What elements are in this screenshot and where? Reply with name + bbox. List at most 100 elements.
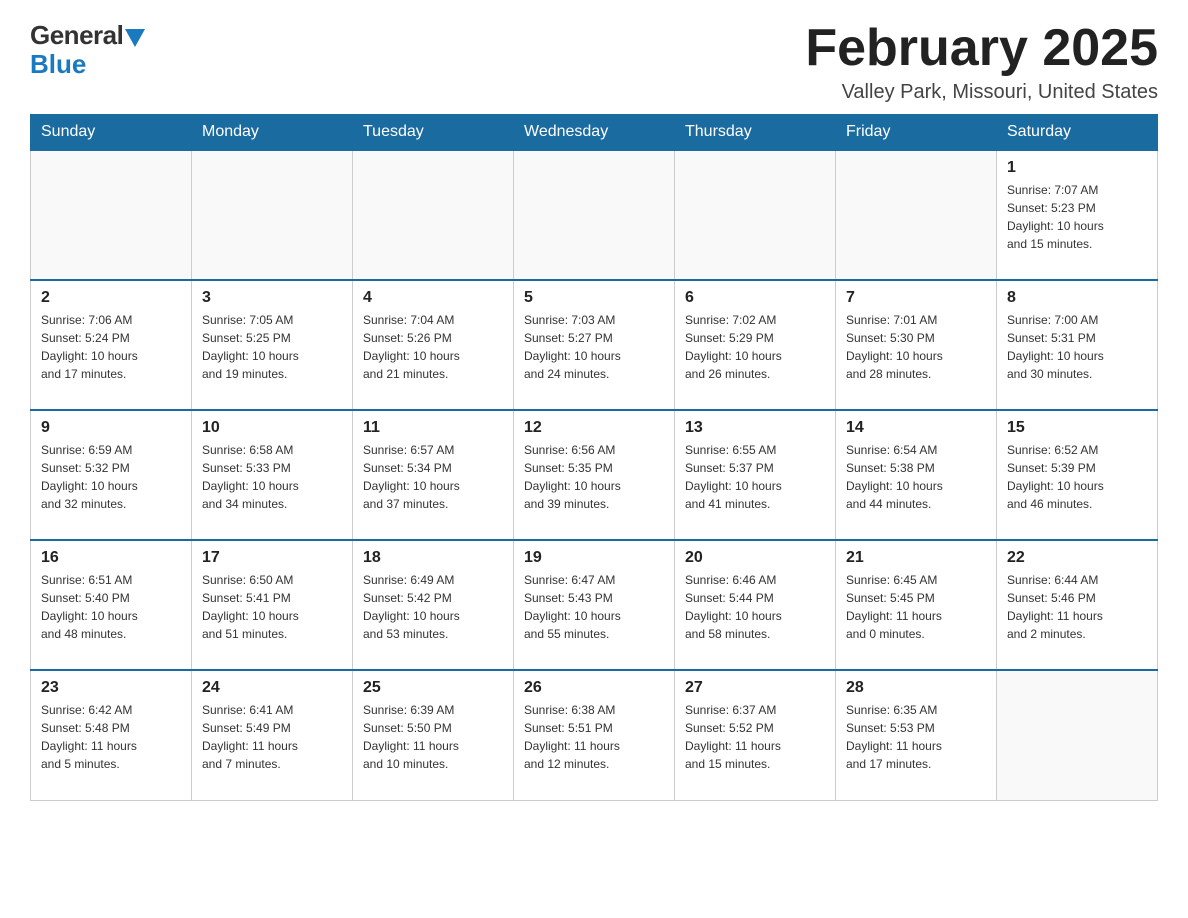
day-info: Sunrise: 6:37 AMSunset: 5:52 PMDaylight:… — [685, 701, 825, 773]
day-number: 10 — [202, 419, 342, 437]
calendar-cell: 6 Sunrise: 7:02 AMSunset: 5:29 PMDaylight… — [675, 280, 836, 410]
day-info: Sunrise: 6:39 AMSunset: 5:50 PMDaylight:… — [363, 701, 503, 773]
calendar-cell: 28Sunrise: 6:35 AMSunset: 5:53 PMDayligh… — [836, 670, 997, 800]
day-number: 8 — [1007, 289, 1147, 307]
day-number: 20 — [685, 549, 825, 567]
calendar-cell — [514, 150, 675, 280]
month-title: February 2025 — [805, 20, 1158, 77]
calendar-cell: 23 Sunrise: 6:42 AMSunset: 5:48 PMDayligh… — [31, 670, 192, 800]
day-number: 24 — [202, 679, 342, 697]
day-info: Sunrise: 7:01 AMSunset: 5:30 PMDaylight:… — [846, 311, 986, 383]
day-header-sunday: Sunday — [31, 115, 192, 151]
day-number: 26 — [524, 679, 664, 697]
day-info: Sunrise: 6:38 AMSunset: 5:51 PMDaylight:… — [524, 701, 664, 773]
day-header-tuesday: Tuesday — [353, 115, 514, 151]
day-number: 25 — [363, 679, 503, 697]
day-header-saturday: Saturday — [997, 115, 1158, 151]
day-info: Sunrise: 6:41 AMSunset: 5:49 PMDaylight:… — [202, 701, 342, 773]
day-info: Sunrise: 6:57 AMSunset: 5:34 PMDaylight:… — [363, 441, 503, 513]
day-header-wednesday: Wednesday — [514, 115, 675, 151]
logo-blue-text: Blue — [30, 49, 86, 80]
day-number: 17 — [202, 549, 342, 567]
day-number: 2 — [41, 289, 181, 307]
calendar-cell: 25 Sunrise: 6:39 AMSunset: 5:50 PMDayligh… — [353, 670, 514, 800]
calendar-cell: 18 Sunrise: 6:49 AMSunset: 5:42 PMDayligh… — [353, 540, 514, 670]
calendar-header-row: SundayMondayTuesdayWednesdayThursdayFrid… — [31, 115, 1158, 151]
day-number: 5 — [524, 289, 664, 307]
day-number: 23 — [41, 679, 181, 697]
day-info: Sunrise: 6:55 AMSunset: 5:37 PMDaylight:… — [685, 441, 825, 513]
day-number: 16 — [41, 549, 181, 567]
day-number: 7 — [846, 289, 986, 307]
day-info: Sunrise: 7:03 AMSunset: 5:27 PMDaylight:… — [524, 311, 664, 383]
logo-general-text: General — [30, 20, 123, 51]
day-number: 4 — [363, 289, 503, 307]
calendar-cell: 4 Sunrise: 7:04 AMSunset: 5:26 PMDaylight… — [353, 280, 514, 410]
calendar-cell: 16 Sunrise: 6:51 AMSunset: 5:40 PMDayligh… — [31, 540, 192, 670]
day-info: Sunrise: 6:51 AMSunset: 5:40 PMDaylight:… — [41, 571, 181, 643]
day-info: Sunrise: 6:47 AMSunset: 5:43 PMDaylight:… — [524, 571, 664, 643]
calendar-cell: 14 Sunrise: 6:54 AMSunset: 5:38 PMDayligh… — [836, 410, 997, 540]
calendar-cell: 7 Sunrise: 7:01 AMSunset: 5:30 PMDaylight… — [836, 280, 997, 410]
calendar-cell: 15Sunrise: 6:52 AMSunset: 5:39 PMDayligh… — [997, 410, 1158, 540]
calendar-cell: 22 Sunrise: 6:44 AMSunset: 5:46 PMDayligh… — [997, 540, 1158, 670]
day-info: Sunrise: 6:42 AMSunset: 5:48 PMDaylight:… — [41, 701, 181, 773]
day-number: 14 — [846, 419, 986, 437]
day-header-thursday: Thursday — [675, 115, 836, 151]
day-info: Sunrise: 7:05 AMSunset: 5:25 PMDaylight:… — [202, 311, 342, 383]
logo: General Blue — [30, 20, 145, 80]
location-title: Valley Park, Missouri, United States — [805, 81, 1158, 104]
day-info: Sunrise: 6:44 AMSunset: 5:46 PMDaylight:… — [1007, 571, 1147, 643]
day-number: 27 — [685, 679, 825, 697]
day-info: Sunrise: 6:56 AMSunset: 5:35 PMDaylight:… — [524, 441, 664, 513]
logo-triangle-icon — [125, 29, 145, 47]
calendar-cell: 11 Sunrise: 6:57 AMSunset: 5:34 PMDayligh… — [353, 410, 514, 540]
day-info: Sunrise: 7:04 AMSunset: 5:26 PMDaylight:… — [363, 311, 503, 383]
calendar-cell: 17Sunrise: 6:50 AMSunset: 5:41 PMDayligh… — [192, 540, 353, 670]
day-info: Sunrise: 6:59 AMSunset: 5:32 PMDaylight:… — [41, 441, 181, 513]
calendar-cell — [675, 150, 836, 280]
calendar-cell: 27 Sunrise: 6:37 AMSunset: 5:52 PMDayligh… — [675, 670, 836, 800]
day-info: Sunrise: 7:02 AMSunset: 5:29 PMDaylight:… — [685, 311, 825, 383]
day-info: Sunrise: 6:45 AMSunset: 5:45 PMDaylight:… — [846, 571, 986, 643]
calendar-cell — [353, 150, 514, 280]
day-number: 6 — [685, 289, 825, 307]
calendar-table: SundayMondayTuesdayWednesdayThursdayFrid… — [30, 114, 1158, 801]
day-header-monday: Monday — [192, 115, 353, 151]
calendar-cell: 20Sunrise: 6:46 AMSunset: 5:44 PMDayligh… — [675, 540, 836, 670]
day-info: Sunrise: 7:00 AMSunset: 5:31 PMDaylight:… — [1007, 311, 1147, 383]
calendar-cell: 13Sunrise: 6:55 AMSunset: 5:37 PMDayligh… — [675, 410, 836, 540]
calendar-cell: 24 Sunrise: 6:41 AMSunset: 5:49 PMDayligh… — [192, 670, 353, 800]
day-header-friday: Friday — [836, 115, 997, 151]
day-info: Sunrise: 7:07 AMSunset: 5:23 PMDaylight:… — [1007, 181, 1147, 253]
day-number: 19 — [524, 549, 664, 567]
calendar-cell: 12 Sunrise: 6:56 AMSunset: 5:35 PMDayligh… — [514, 410, 675, 540]
calendar-cell: 5 Sunrise: 7:03 AMSunset: 5:27 PMDaylight… — [514, 280, 675, 410]
calendar-cell: 26 Sunrise: 6:38 AMSunset: 5:51 PMDayligh… — [514, 670, 675, 800]
calendar-cell: 19 Sunrise: 6:47 AMSunset: 5:43 PMDayligh… — [514, 540, 675, 670]
week-row-4: 16 Sunrise: 6:51 AMSunset: 5:40 PMDayligh… — [31, 540, 1158, 670]
calendar-cell: 3 Sunrise: 7:05 AMSunset: 5:25 PMDaylight… — [192, 280, 353, 410]
day-number: 18 — [363, 549, 503, 567]
day-number: 12 — [524, 419, 664, 437]
day-info: Sunrise: 6:58 AMSunset: 5:33 PMDaylight:… — [202, 441, 342, 513]
day-number: 22 — [1007, 549, 1147, 567]
calendar-cell: 1 Sunrise: 7:07 AMSunset: 5:23 PMDaylight… — [997, 150, 1158, 280]
calendar-cell — [836, 150, 997, 280]
day-number: 9 — [41, 419, 181, 437]
day-number: 28 — [846, 679, 986, 697]
calendar-cell — [31, 150, 192, 280]
day-info: Sunrise: 7:06 AMSunset: 5:24 PMDaylight:… — [41, 311, 181, 383]
day-number: 11 — [363, 419, 503, 437]
day-number: 3 — [202, 289, 342, 307]
day-info: Sunrise: 6:54 AMSunset: 5:38 PMDaylight:… — [846, 441, 986, 513]
calendar-cell: 8 Sunrise: 7:00 AMSunset: 5:31 PMDaylight… — [997, 280, 1158, 410]
day-info: Sunrise: 6:52 AMSunset: 5:39 PMDaylight:… — [1007, 441, 1147, 513]
week-row-2: 2 Sunrise: 7:06 AMSunset: 5:24 PMDaylight… — [31, 280, 1158, 410]
week-row-5: 23 Sunrise: 6:42 AMSunset: 5:48 PMDayligh… — [31, 670, 1158, 800]
day-info: Sunrise: 6:49 AMSunset: 5:42 PMDaylight:… — [363, 571, 503, 643]
day-number: 1 — [1007, 159, 1147, 177]
calendar-cell — [192, 150, 353, 280]
week-row-1: 1 Sunrise: 7:07 AMSunset: 5:23 PMDaylight… — [31, 150, 1158, 280]
title-block: February 2025 Valley Park, Missouri, Uni… — [805, 20, 1158, 104]
